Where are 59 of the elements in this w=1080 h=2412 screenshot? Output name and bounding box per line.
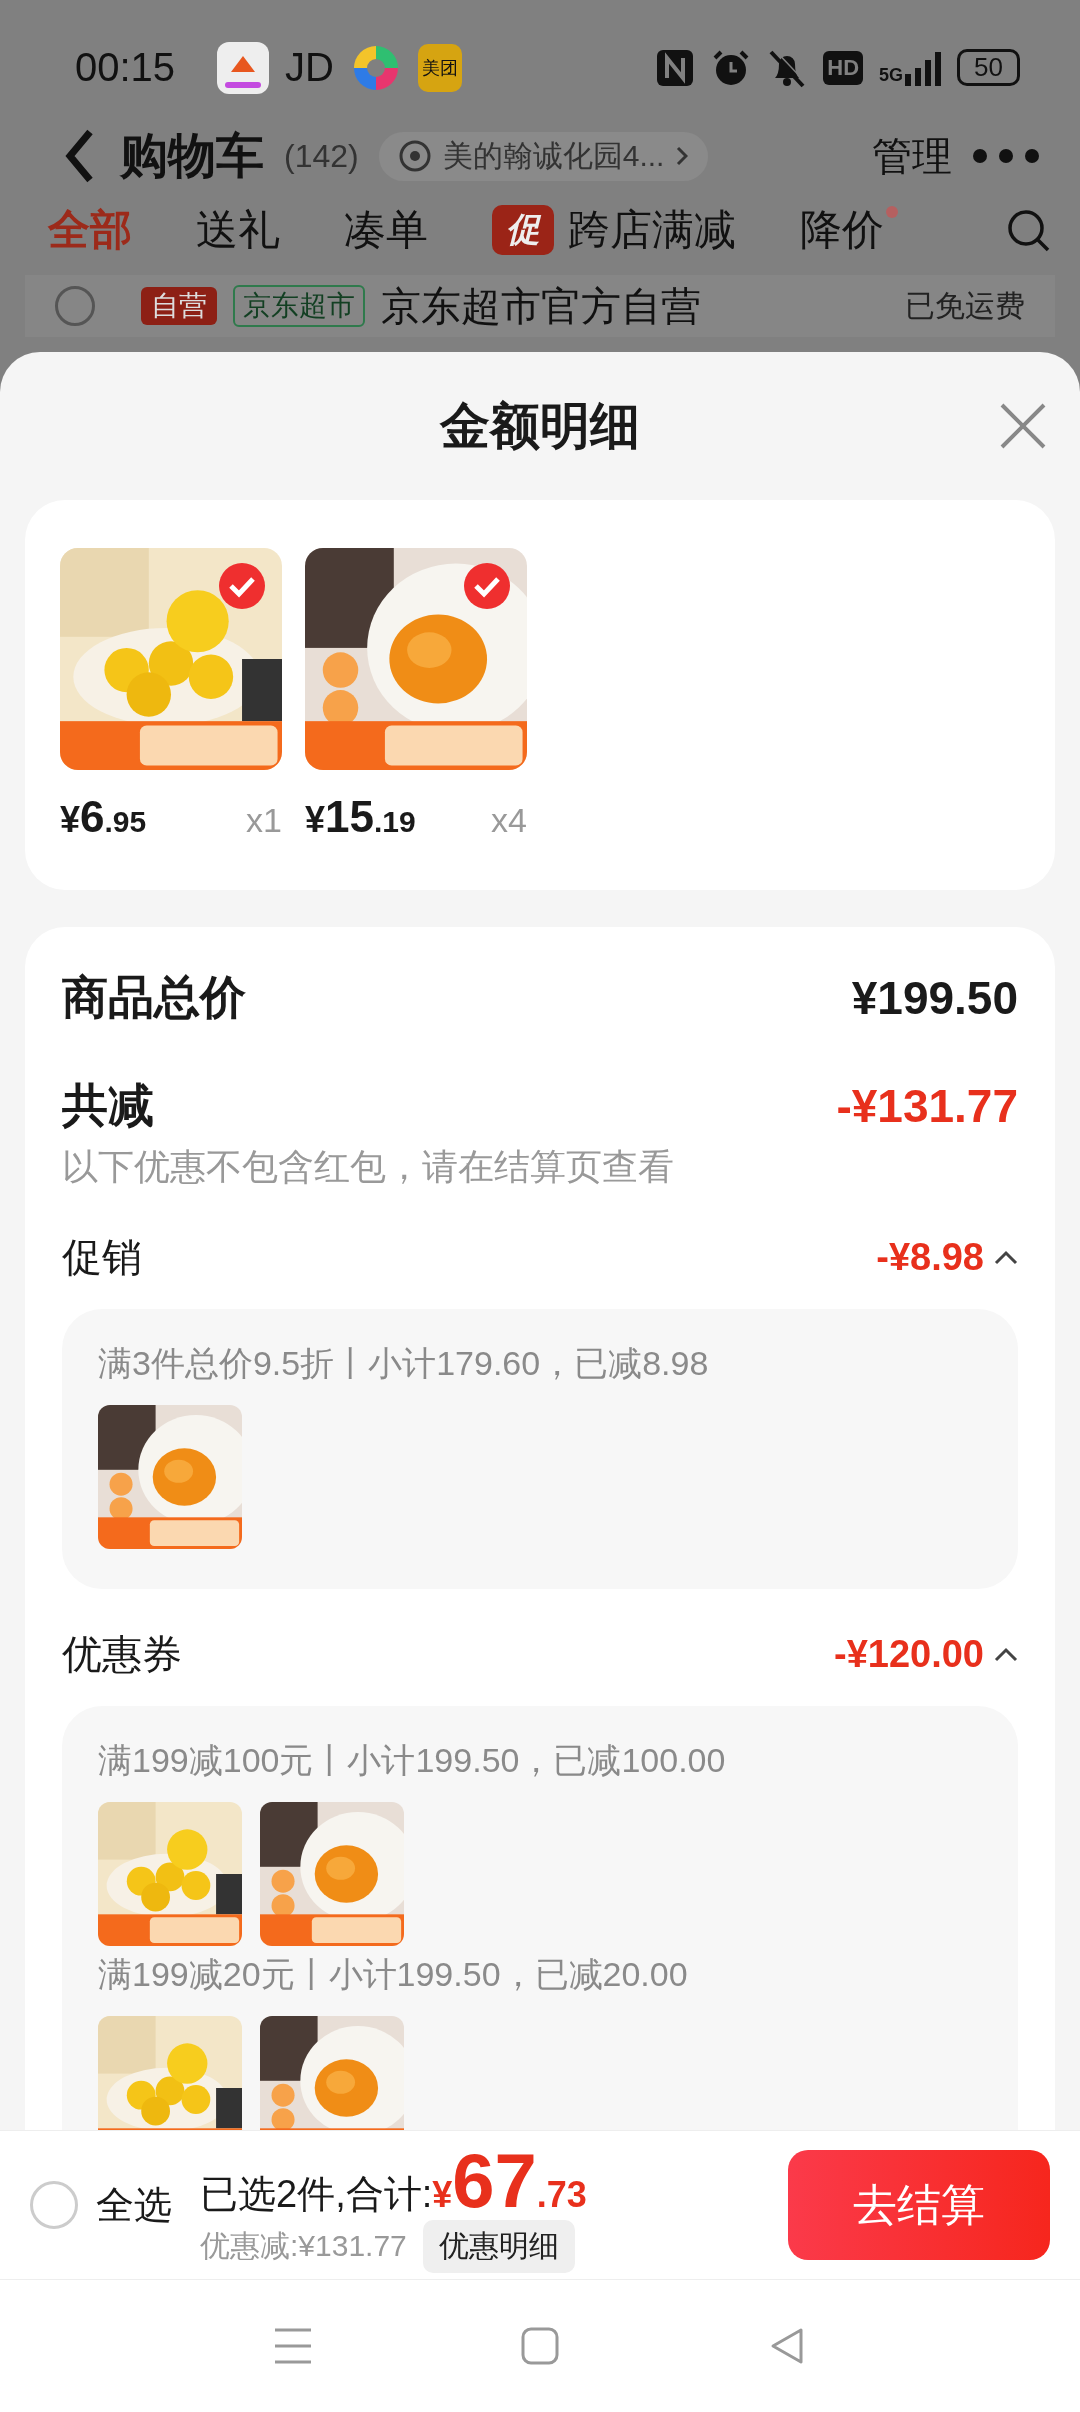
select-all-radio[interactable]	[30, 2181, 78, 2229]
battery-indicator: 50	[957, 49, 1020, 86]
network-label: 5G	[879, 64, 904, 86]
selection-summary: 已选2件,合计:	[200, 2172, 433, 2217]
discount-rule: 满3件总价9.5折丨小计179.60，已减8.98	[98, 1343, 710, 1384]
filter-tab[interactable]: 送礼	[196, 202, 280, 258]
signal-icon	[905, 49, 942, 86]
discount-label: 共减	[62, 1078, 154, 1133]
location-icon	[398, 140, 431, 172]
product-price: ¥6.95	[60, 792, 147, 842]
discount-note: 以下优惠不包含红包，请在结算页查看	[62, 1145, 675, 1189]
address-pill[interactable]: 美的翰诚化园4...	[378, 131, 709, 181]
filter-tab[interactable]: 降价	[800, 202, 884, 258]
section-toggle[interactable]: -¥8.98	[876, 1236, 1018, 1279]
select-radio[interactable]	[55, 286, 95, 326]
savings-text: 优惠减:¥131.77	[200, 2228, 407, 2264]
menu-icon[interactable]	[273, 2326, 314, 2366]
checkout-button[interactable]: 去结算	[788, 2150, 1050, 2260]
address-text: 美的翰诚化园4...	[442, 137, 665, 174]
status-time: 00:15	[75, 45, 176, 90]
caret-icon	[994, 1248, 1018, 1267]
hd-indicator: HD	[823, 50, 864, 85]
product-price: ¥15.19	[305, 792, 416, 842]
manage-link[interactable]: 管理	[872, 128, 952, 184]
discount-rule: 满199减100元丨小计199.50，已减100.00	[98, 1740, 727, 1781]
store-badge: 自营	[141, 287, 217, 325]
shipping-note: 已免运费	[905, 287, 1025, 324]
checkmark-icon[interactable]	[463, 562, 511, 610]
store-name[interactable]: 京东超市官方自营	[381, 278, 701, 334]
search-icon[interactable]	[1006, 208, 1050, 252]
nfc-icon	[655, 47, 696, 88]
home-icon[interactable]	[520, 2326, 560, 2366]
section-toggle[interactable]: -¥120.00	[834, 1633, 1018, 1676]
sheet-title: 金额明细	[440, 396, 640, 456]
product-quantity: x4	[491, 801, 527, 840]
caret-icon	[994, 1645, 1018, 1664]
detail-button[interactable]: 优惠明细	[422, 2220, 575, 2273]
section-title: 促销	[62, 1234, 142, 1281]
section-title: 优惠券	[62, 1631, 182, 1678]
product-quantity: x1	[246, 801, 282, 840]
store-badge: 京东超市	[233, 285, 365, 327]
select-all-label[interactable]: 全选	[96, 2179, 172, 2231]
page-title: 购物车	[120, 128, 264, 184]
chevron-icon	[676, 146, 689, 166]
discount-amount: -¥131.77	[836, 1079, 1018, 1133]
mute-icon	[767, 47, 808, 88]
total-amount: ¥199.50	[851, 971, 1018, 1025]
checkmark-icon[interactable]	[218, 562, 266, 610]
more-icon[interactable]	[972, 146, 1040, 166]
item-count: (142)	[284, 137, 359, 175]
promo-badge: 促	[492, 205, 554, 255]
total-label: 商品总价	[62, 970, 246, 1025]
app-label: JD	[285, 45, 334, 90]
filter-tab[interactable]: 凑单	[344, 202, 428, 258]
discount-rule: 满199减20元丨小计199.50，已减20.00	[98, 1954, 689, 1995]
filter-tab[interactable]: 促 跨店满减	[492, 202, 736, 258]
close-icon[interactable]	[998, 401, 1048, 451]
app-badge: 美团	[418, 43, 462, 92]
app-icon	[217, 41, 270, 94]
